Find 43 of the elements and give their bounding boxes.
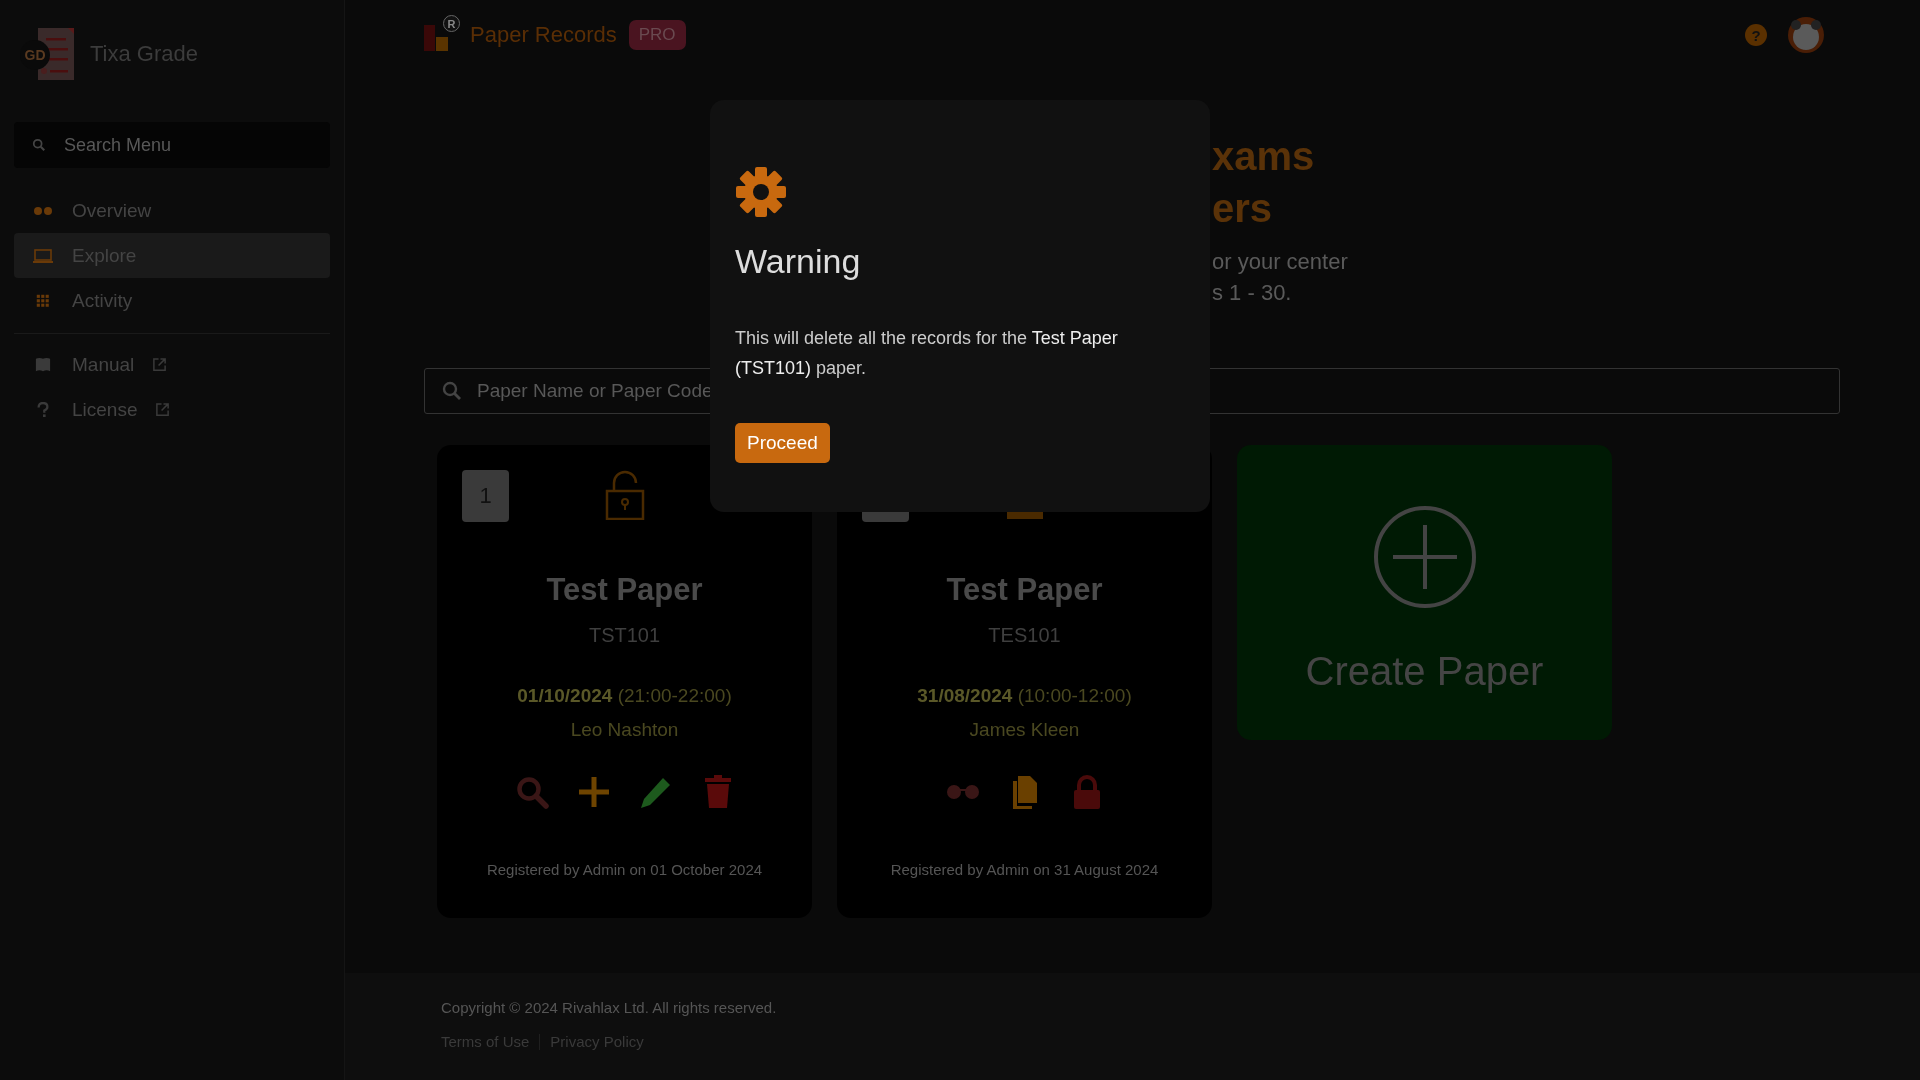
add-circle-icon	[1372, 505, 1477, 609]
page-title: Paper Records	[470, 22, 617, 48]
copyright-text: Copyright © 2024 Rivahlax Ltd. All rights reserved.	[441, 999, 778, 1016]
paper-title: Test Paper	[946, 572, 1103, 608]
gear-icon	[735, 166, 787, 218]
examiner-name: James Kleen	[969, 719, 1080, 741]
monitor-icon	[33, 247, 53, 264]
create-paper-label: Create Paper	[1305, 649, 1544, 694]
hero-subtitle: or your center	[1212, 248, 1349, 276]
avatar[interactable]	[1787, 16, 1825, 54]
dialog-title: Warning	[735, 242, 862, 281]
dialog-message: This will delete all the records for the Test Paper (TST101) paper.	[735, 327, 1119, 380]
hero-subtitle: s 1 - 30.	[1212, 279, 1293, 307]
examiner-name: Leo Nashton	[570, 719, 679, 741]
paper-title: Test Paper	[546, 572, 703, 608]
book-icon	[35, 356, 51, 373]
grid-icon	[35, 292, 51, 309]
hero-heading: xams	[1212, 133, 1316, 180]
nav-link[interactable]: License	[14, 387, 330, 432]
paper-schedule: 01/10/2024 (21:00-22:00)	[517, 685, 732, 707]
nav-link[interactable]: Manual	[14, 342, 330, 387]
search-icon	[32, 138, 46, 152]
hero-heading: ers	[1212, 185, 1274, 232]
books-icon	[424, 23, 448, 51]
search-icon[interactable]	[514, 775, 549, 809]
registered-mark: R	[443, 15, 460, 32]
search-icon	[442, 381, 462, 401]
nav-item[interactable]: Overview	[14, 188, 330, 233]
help-button[interactable]: ?	[1745, 24, 1767, 46]
external-link-icon	[151, 357, 167, 372]
question-icon	[36, 401, 50, 418]
registration-note: Registered by Admin on 01 October 2024	[486, 861, 763, 878]
pencil-icon[interactable]	[638, 775, 673, 809]
search-field[interactable]: Search Menu	[14, 122, 330, 168]
registration-note: Registered by Admin on 31 August 2024	[890, 861, 1159, 878]
external-link-icon	[155, 402, 170, 417]
paper-code: TST101	[588, 624, 661, 647]
plus-icon[interactable]	[576, 775, 611, 809]
create-paper-card[interactable]: Create Paper	[1237, 445, 1612, 740]
proceed-button[interactable]: Proceed	[735, 423, 830, 463]
paper-schedule: 31/08/2024 (10:00-12:00)	[917, 685, 1132, 707]
nav-item[interactable]: Activity	[14, 278, 330, 323]
paper-code: TES101	[988, 624, 1061, 647]
